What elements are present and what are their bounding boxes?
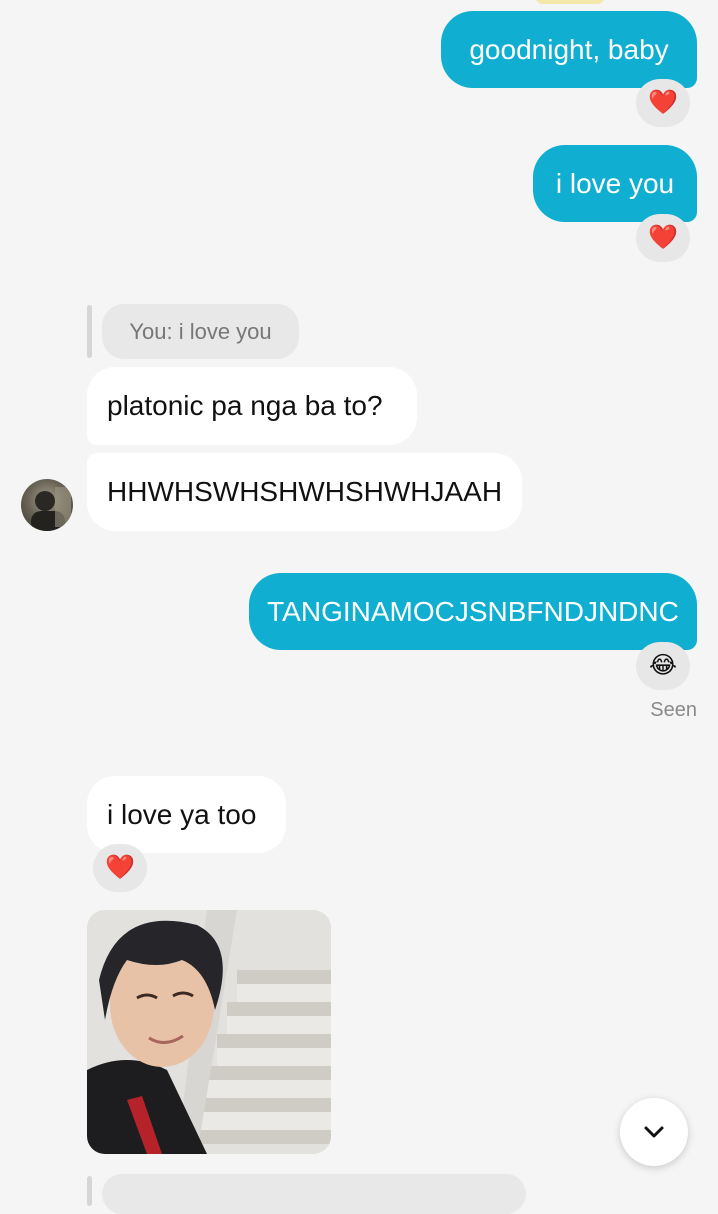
message-text: HHWHSWHSHWHSHWHJAAH	[107, 476, 503, 507]
reply-indicator-bar	[87, 305, 92, 358]
reply-preview[interactable]: You: i love you	[102, 304, 299, 359]
chevron-down-icon	[644, 1126, 664, 1138]
avatar[interactable]	[21, 479, 73, 531]
message-text: i love you	[555, 167, 675, 199]
reaction-badge[interactable]: ❤️	[636, 79, 690, 127]
seen-status-text: Seen	[650, 699, 697, 721]
message-text: i love ya too	[107, 798, 257, 830]
message-bubble-incoming[interactable]: i love ya too	[87, 776, 286, 853]
heart-icon: ❤️	[648, 224, 678, 251]
heart-icon: ❤️	[648, 89, 678, 116]
message-text: TANGINAMOCJSNBFNDJNDNC	[267, 595, 679, 627]
reaction-badge[interactable]: ❤️	[636, 214, 690, 262]
seen-status: Seen	[650, 699, 697, 722]
reply-preview-text: You: i love you	[129, 318, 272, 344]
reply-preview[interactable]	[102, 1174, 526, 1214]
top-sliver	[535, 0, 605, 4]
avatar-image	[31, 487, 71, 531]
scroll-down-button[interactable]	[620, 1098, 688, 1166]
photo-message[interactable]	[87, 910, 331, 1154]
message-text: goodnight, baby	[469, 33, 669, 65]
message-bubble-incoming[interactable]: platonic pa nga ba to?	[87, 367, 417, 445]
heart-icon: ❤️	[105, 854, 135, 881]
message-text: platonic pa nga ba to?	[107, 390, 383, 421]
message-bubble-incoming[interactable]: HHWHSWHSHWHSHWHJAAH	[87, 453, 522, 531]
message-bubble-outgoing[interactable]: goodnight, baby	[441, 11, 697, 88]
laughing-emoji-icon: 😂	[648, 652, 678, 679]
photo-image	[87, 910, 331, 1154]
reaction-badge[interactable]: 😂	[636, 642, 690, 690]
reply-indicator-bar	[87, 1176, 92, 1206]
message-bubble-outgoing[interactable]: TANGINAMOCJSNBFNDJNDNC	[249, 573, 697, 650]
reaction-badge[interactable]: ❤️	[93, 844, 147, 892]
message-bubble-outgoing[interactable]: i love you	[533, 145, 697, 222]
